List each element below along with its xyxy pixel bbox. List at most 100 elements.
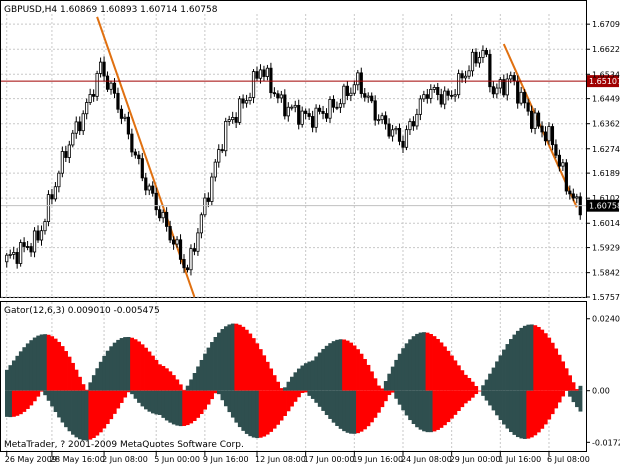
gator-lower-bar [172,391,176,425]
gator-upper-bar [262,355,266,390]
gator-upper-bar [568,375,572,390]
candle-body [339,104,341,108]
gator-lower-bar [245,391,249,434]
chart-window[interactable]: 1.651071.60758 1.670951.662201.653451.64… [0,0,620,465]
gator-upper-bar [214,337,218,391]
gator-lower-bar [540,391,544,429]
chart-canvas[interactable]: 1.651071.60758 1.670951.662201.653451.64… [0,0,620,465]
gator-tick-label: 0.02408 [592,315,620,324]
gator-lower-bar [314,391,318,403]
time-tick-label: 12 Jun 08:00 [255,455,306,464]
gator-lower-bar [57,391,61,418]
gator-lower-bar [460,391,464,407]
gator-upper-bar [280,388,284,391]
price-tick-label: 1.62745 [592,145,620,154]
gator-lower-bar [95,391,99,436]
gator-lower-bar [439,391,443,428]
gator-lower-bar [207,391,211,405]
candle-body [117,93,119,109]
gator-lower-bar [19,391,23,414]
gator-upper-bar [360,354,364,391]
price-tick-label: 1.57570 [592,293,620,302]
gator-upper-bar [196,366,200,390]
gator-lower-bar [134,391,138,399]
gator-upper-bar [151,356,155,391]
gator-upper-bar [99,362,103,391]
gator-lower-bar [495,391,499,416]
time-tick-label: 19 Jun 16:00 [352,455,403,464]
time-tick-label: 29 Jun 00:00 [450,455,501,464]
gator-lower-bar [328,391,332,419]
gator-upper-bar [579,386,583,391]
gator-upper-bar [255,343,259,390]
gator-lower-bar [151,391,155,414]
gator-lower-bar [161,391,165,418]
gator-upper-bar [328,343,332,391]
candle-body [65,151,67,157]
gator-upper-bar [283,387,287,390]
gator-lower-bar [294,391,298,402]
gator-lower-bar [203,391,207,410]
candle-body [103,62,105,76]
candle-body [346,86,348,95]
candle-body [353,85,355,93]
candle-body [211,177,213,201]
gator-lower-bar [266,391,270,435]
candle-body [496,88,498,94]
gator-lower-bar [175,391,179,426]
gator-upper-bar [523,326,527,391]
candle-body [44,222,46,231]
candle-body [391,130,393,136]
gator-upper-bar [575,389,579,391]
gator-upper-bar [269,369,273,391]
main-panel-header: GBPUSD,H4 1.60869 1.60893 1.60714 1.6075… [4,5,218,15]
time-tick-label: 1 Jul 16:00 [498,455,541,464]
gator-upper-bar [384,381,388,391]
gator-upper-bar [565,368,569,390]
candle-body [562,163,564,166]
gator-lower-bar [370,391,374,423]
candle-body [384,116,386,124]
candle-body [447,91,449,95]
gator-lower-bar [544,391,548,425]
candle-body [256,72,258,79]
gator-upper-bar [499,355,503,390]
gator-lower-bar [106,391,110,424]
candle-body [72,133,74,145]
candle-body [454,95,456,96]
copyright-text: MetaTrader, ? 2001-2009 MetaQuotes Softw… [4,440,244,450]
gator-upper-bar [127,337,131,391]
candle-body [409,122,411,130]
candle-body [440,95,442,105]
gator-upper-bar [439,342,443,390]
gator-lower-bar [429,391,433,432]
candle-body [242,99,244,103]
candle-body [218,150,220,163]
gator-lower-bar [269,391,273,432]
gator-upper-bar [370,371,374,390]
gator-lower-bar [287,391,291,412]
candle-body [367,96,369,97]
gator-lower-bar [502,391,506,425]
candle-body [298,105,300,124]
candle-body [190,249,192,270]
gator-upper-bar [123,337,127,391]
gator-lower-bar [547,391,551,420]
candle-body [468,71,470,76]
gator-lower-bar [412,391,416,424]
candle-body [16,252,18,263]
candle-body [513,75,515,81]
gator-upper-bar [554,349,558,391]
gator-upper-bar [346,341,350,391]
candle-body [332,99,334,107]
gator-lower-bar [387,391,391,395]
gator-upper-bar [252,338,256,391]
candle-body [551,127,553,145]
gator-lower-bar [307,391,311,396]
gator-lower-bar [224,391,228,407]
gator-upper-bar [193,373,197,391]
gator-lower-bar [408,391,412,420]
gator-lower-bar [304,391,308,393]
gator-lower-bar [22,391,26,412]
price-tick-label: 1.67095 [592,20,620,29]
